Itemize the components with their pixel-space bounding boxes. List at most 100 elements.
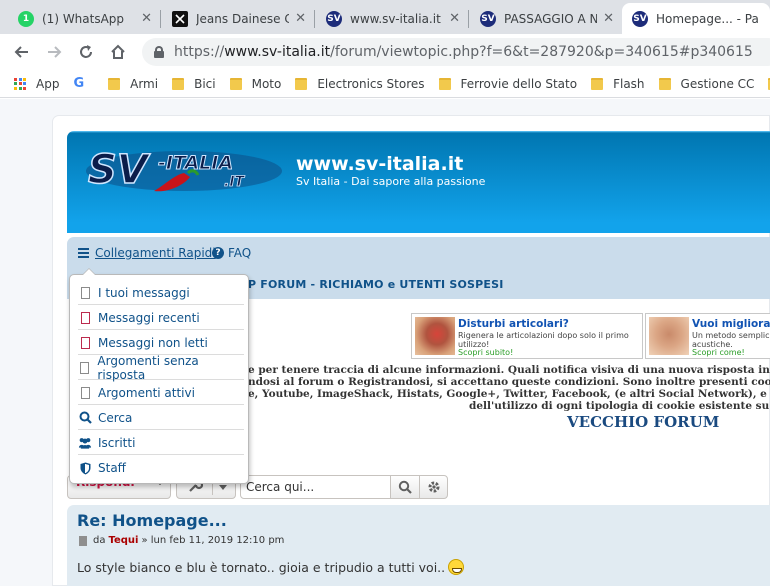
post-meta-prefix: da: [93, 535, 106, 546]
bookmark-label: Electronics Stores: [317, 76, 425, 91]
ad-banner-2[interactable]: Vuoi migliorar Un metodo semplic acustich…: [645, 313, 770, 359]
dainese-icon: [172, 10, 188, 27]
back-button[interactable]: [10, 40, 34, 64]
post-meta-separator: »: [141, 535, 148, 546]
bookmark-label: App: [36, 76, 60, 91]
close-icon[interactable]: ✕: [449, 11, 460, 26]
dropdown-pointer: [82, 268, 96, 275]
reload-button[interactable]: [74, 40, 98, 64]
menu-item-staff[interactable]: Staff: [78, 456, 244, 480]
folder-icon: [658, 77, 671, 90]
tab-homepage-active[interactable]: SV Homepage... - Pa: [622, 3, 770, 34]
gear-icon: [428, 481, 439, 493]
home-icon: [111, 44, 125, 59]
menu-item-label: Messaggi non letti: [98, 335, 208, 350]
menu-item-unanswered-topics[interactable]: Argomenti senza risposta: [78, 353, 244, 382]
bookmark-label: Flash: [613, 76, 645, 91]
close-icon[interactable]: ✕: [141, 11, 152, 26]
post-author[interactable]: Tequi: [108, 535, 138, 546]
arrow-right-icon: [48, 46, 62, 58]
site-logo[interactable]: SV -ITALIA .IT: [84, 143, 284, 195]
ad-banner-1[interactable]: Disturbi articolari? Rigenera le articol…: [411, 313, 643, 359]
menu-item-label: I tuoi messaggi: [98, 285, 190, 300]
search-icon: [78, 411, 92, 425]
sv-icon: SV: [326, 10, 342, 27]
menu-item-label: Argomenti attivi: [98, 385, 195, 400]
tab-title: PASSAGGIO A NU: [504, 11, 598, 26]
forward-button[interactable]: [42, 40, 66, 64]
bookmark-google[interactable]: G: [73, 76, 94, 91]
forum-breadcrumb[interactable]: P FORUM - RICHIAMO e UTENTI SOSPESI: [248, 278, 504, 291]
tab-title: www.sv-italia.it -: [350, 11, 444, 26]
google-icon: G: [73, 76, 85, 91]
url-path: /forum/viewtopic.php?f=6&t=287920&p=3406…: [330, 44, 753, 60]
bookmarks-bar: App G Armi Bici Moto Electronics Stores …: [0, 70, 770, 98]
cookie-line: ndosi al forum o Registrandosi, si accet…: [248, 376, 770, 388]
menu-item-unread-posts[interactable]: Messaggi non letti: [78, 331, 244, 355]
tab-separator: [468, 10, 469, 28]
bookmark-label: Bici: [194, 76, 216, 91]
tab-passaggio[interactable]: SV PASSAGGIO A NU ✕: [470, 3, 622, 34]
tab-title: Homepage... - Pa: [656, 11, 759, 26]
post-title[interactable]: Re: Homepage...: [77, 511, 227, 530]
advanced-search-button[interactable]: [419, 475, 448, 499]
topic-search-input[interactable]: Cerca qui...: [240, 475, 391, 499]
menu-item-search[interactable]: Cerca: [78, 406, 244, 430]
address-bar[interactable]: https://www.sv-italia.it/forum/viewtopic…: [142, 38, 770, 66]
menu-item-recent-posts[interactable]: Messaggi recenti: [78, 306, 244, 330]
bookmark-apps[interactable]: App: [0, 77, 59, 91]
home-button[interactable]: [106, 40, 130, 64]
menu-item-your-posts[interactable]: I tuoi messaggi: [78, 281, 244, 305]
quick-links-toggle[interactable]: Collegamenti Rapidi: [78, 246, 216, 260]
ad-image: [649, 317, 689, 355]
apps-grid-icon: [14, 77, 26, 90]
vecchio-forum-link[interactable]: VECCHIO FORUM: [567, 413, 719, 431]
file-new-icon: [78, 336, 92, 350]
reload-icon: [80, 45, 92, 58]
tab-title: Jeans Dainese Co: [196, 11, 290, 26]
site-description: Sv Italia - Dai sapore alla passione: [296, 175, 486, 188]
bookmark-label: Moto: [251, 76, 282, 91]
users-icon: [78, 436, 92, 450]
bookmark-bici[interactable]: Bici: [172, 77, 216, 91]
faq-label: FAQ: [228, 246, 252, 260]
cookie-line: e per tenere traccia di alcune informazi…: [248, 364, 770, 376]
cookie-notice: e per tenere traccia di alcune informazi…: [248, 364, 770, 412]
close-icon[interactable]: ✕: [295, 11, 306, 26]
tab-dainese[interactable]: Jeans Dainese Co ✕: [162, 3, 314, 34]
bookmark-flash[interactable]: Flash: [591, 76, 645, 91]
bookmark-gestione-cc[interactable]: Gestione CC: [658, 76, 755, 91]
file-new-icon: [78, 311, 92, 325]
bookmark-label: Ferrovie dello Stato: [460, 76, 578, 91]
site-title[interactable]: www.sv-italia.it: [296, 153, 463, 175]
cookie-line: dell'utilizzo di ogni tipologia di cooki…: [469, 400, 770, 412]
ad-image: [415, 317, 455, 355]
post-file-icon[interactable]: [79, 535, 87, 546]
close-icon[interactable]: ✕: [603, 11, 614, 26]
menu-item-label: Argomenti senza risposta: [97, 353, 199, 382]
url-host: www.sv-italia.it: [224, 44, 331, 60]
tab-sv-italia[interactable]: SV www.sv-italia.it - ✕: [316, 3, 468, 34]
faq-link[interactable]: ? FAQ: [212, 246, 251, 260]
post-body: Lo style bianco e blu è tornato.. gioia …: [77, 559, 465, 575]
bookmark-armi[interactable]: Armi: [108, 77, 158, 91]
tab-separator: [314, 10, 315, 28]
bookmark-electronics[interactable]: Electronics Stores: [295, 76, 425, 91]
bookmark-ferrovie[interactable]: Ferrovie dello Stato: [438, 76, 578, 91]
search-button[interactable]: [390, 475, 420, 499]
post-date: lun feb 11, 2019 12:10 pm: [150, 535, 285, 546]
menu-item-active-topics[interactable]: Argomenti attivi: [78, 381, 244, 405]
cookie-line: e, Youtube, ImageShack, Histats, Google+…: [248, 388, 770, 400]
folder-icon: [229, 77, 242, 90]
folder-icon: [438, 77, 451, 90]
chevron-down-icon: [219, 485, 227, 490]
ad-text: Un metodo semplic acustiche.: [692, 331, 770, 349]
bookmark-moto[interactable]: Moto: [229, 76, 282, 91]
browser-tab-bar: 1 (1) WhatsApp ✕ Jeans Dainese Co ✕ SV w…: [0, 0, 770, 34]
laughing-smiley-icon: [448, 559, 465, 575]
folder-icon: [172, 77, 185, 90]
menu-item-label: Cerca: [98, 410, 133, 425]
tab-whatsapp[interactable]: 1 (1) WhatsApp ✕: [8, 3, 160, 34]
bookmark-label: Gestione CC: [680, 76, 755, 91]
menu-item-members[interactable]: Iscritti: [78, 431, 244, 455]
